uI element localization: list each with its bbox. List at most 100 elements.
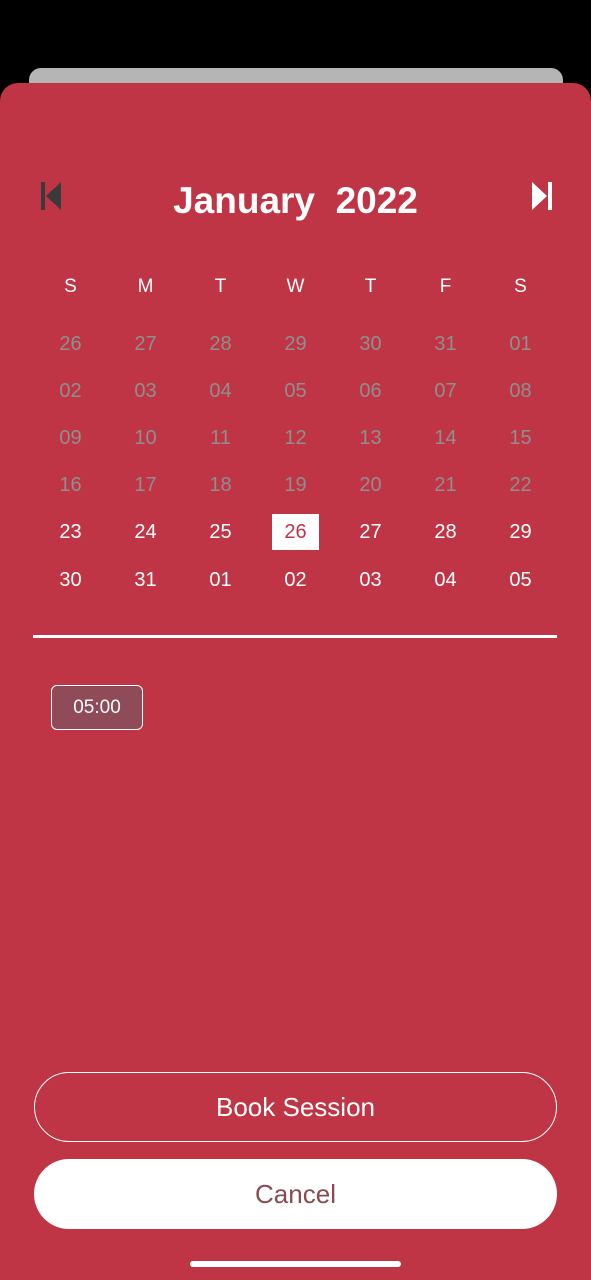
calendar-day: 20: [333, 462, 408, 509]
calendar-day-number: 18: [209, 474, 232, 497]
calendar-day: 11: [183, 414, 258, 461]
calendar-day[interactable]: 25: [183, 509, 258, 556]
calendar-day[interactable]: 03: [333, 556, 408, 603]
calendar-day: 06: [333, 367, 408, 414]
weekday-label: T: [214, 276, 227, 297]
calendar-day-number: 27: [359, 521, 382, 544]
calendar-day-number: 03: [134, 379, 157, 402]
calendar-grid: 26 27 28 29 30 31 01 02 03 04 05 06 07 08 09 10 11 12 13 14…: [33, 320, 557, 603]
calendar-day[interactable]: 29: [483, 509, 558, 556]
calendar-day-number: 02: [59, 379, 82, 402]
calendar-day-number: 12: [284, 426, 307, 449]
calendar-day-number: 29: [509, 521, 532, 544]
year-label: 2022: [335, 180, 418, 221]
calendar-day[interactable]: 05: [483, 556, 558, 603]
weekday-label: F: [439, 276, 452, 297]
calendar-day: 18: [183, 462, 258, 509]
calendar-day[interactable]: 27: [333, 509, 408, 556]
calendar-day-selected[interactable]: 26: [258, 509, 333, 556]
calendar-day: 10: [108, 414, 183, 461]
calendar-day-number: 16: [59, 474, 82, 497]
calendar-day-number: 11: [210, 426, 231, 449]
calendar-day-number: 26: [59, 332, 82, 355]
calendar-day-number: 24: [134, 521, 157, 544]
calendar-day-number: 29: [284, 332, 307, 355]
calendar-day-number: 09: [59, 426, 82, 449]
calendar-week-row: 30 31 01 02 03 04 05: [33, 556, 557, 603]
calendar-week-row: 16 17 18 19 20 21 22: [33, 462, 557, 509]
calendar-day[interactable]: 31: [108, 556, 183, 603]
weekday-header: SMTWTFS: [33, 272, 557, 302]
calendar-day: 27: [108, 320, 183, 367]
calendar-day-number: 17: [134, 474, 157, 497]
calendar-day: 31: [408, 320, 483, 367]
calendar-day[interactable]: 04: [408, 556, 483, 603]
calendar-week-row: 23 24 25 26 27 28 29: [33, 509, 557, 556]
calendar-day[interactable]: 24: [108, 509, 183, 556]
calendar-day: 08: [483, 367, 558, 414]
calendar-day: 17: [108, 462, 183, 509]
calendar-day: 09: [33, 414, 108, 461]
calendar-day-number: 28: [434, 521, 457, 544]
calendar-day-number: 02: [284, 568, 307, 591]
calendar-day: 03: [108, 367, 183, 414]
calendar-day: 22: [483, 462, 558, 509]
calendar-day: 13: [333, 414, 408, 461]
calendar-day-number: 10: [134, 426, 157, 449]
calendar-day-number: 22: [509, 474, 532, 497]
calendar-day-number: 06: [359, 379, 382, 402]
home-indicator: [190, 1261, 401, 1267]
calendar-day[interactable]: 01: [183, 556, 258, 603]
month-year-title: January 2022: [0, 178, 591, 224]
calendar-day[interactable]: 30: [33, 556, 108, 603]
weekday-label: S: [64, 276, 77, 297]
next-month-button[interactable]: [525, 179, 559, 213]
time-slot-button[interactable]: 05:00: [51, 685, 143, 730]
calendar-day: 29: [258, 320, 333, 367]
calendar-week-row: 02 03 04 05 06 07 08: [33, 367, 557, 414]
calendar-day-number: 31: [134, 568, 157, 591]
calendar-day: 16: [33, 462, 108, 509]
calendar-day-number: 07: [434, 379, 457, 402]
book-session-button[interactable]: Book Session: [34, 1072, 557, 1142]
time-slot-label: 05:00: [73, 696, 121, 718]
calendar-day[interactable]: 28: [408, 509, 483, 556]
skip-next-icon: [532, 182, 552, 210]
calendar-day-number: 19: [284, 474, 307, 497]
calendar-day-number: 05: [284, 379, 307, 402]
calendar-day-number: 04: [434, 568, 457, 591]
calendar-day-number: 04: [209, 379, 232, 402]
weekday-label: W: [286, 276, 305, 297]
calendar-day-number: 21: [434, 474, 457, 497]
calendar-day: 02: [33, 367, 108, 414]
calendar-day-number: 01: [209, 568, 232, 591]
calendar-day-number: 23: [59, 521, 82, 544]
calendar-day: 12: [258, 414, 333, 461]
calendar-day: 30: [333, 320, 408, 367]
calendar-day-number: 13: [359, 426, 382, 449]
calendar-day-number: 26: [272, 514, 319, 551]
calendar-day[interactable]: 23: [33, 509, 108, 556]
month-label: January: [173, 180, 316, 221]
calendar-day: 01: [483, 320, 558, 367]
calendar-day[interactable]: 02: [258, 556, 333, 603]
calendar-day: 07: [408, 367, 483, 414]
calendar-day-number: 08: [509, 379, 532, 402]
calendar-day-number: 01: [509, 332, 532, 355]
calendar-day: 14: [408, 414, 483, 461]
calendar-day-number: 05: [509, 568, 532, 591]
calendar-day-number: 30: [359, 332, 382, 355]
calendar-day: 28: [183, 320, 258, 367]
calendar-day-number: 31: [434, 332, 457, 355]
weekday-label: M: [137, 276, 154, 297]
calendar-week-row: 26 27 28 29 30 31 01: [33, 320, 557, 367]
calendar-day-number: 27: [134, 332, 157, 355]
cancel-button[interactable]: Cancel: [34, 1159, 557, 1229]
calendar-day: 05: [258, 367, 333, 414]
calendar-day: 26: [33, 320, 108, 367]
calendar-day-number: 03: [359, 568, 382, 591]
calendar-day-number: 14: [434, 426, 457, 449]
calendar-day-number: 30: [59, 568, 82, 591]
calendar-day-number: 25: [209, 521, 232, 544]
calendar-day: 15: [483, 414, 558, 461]
